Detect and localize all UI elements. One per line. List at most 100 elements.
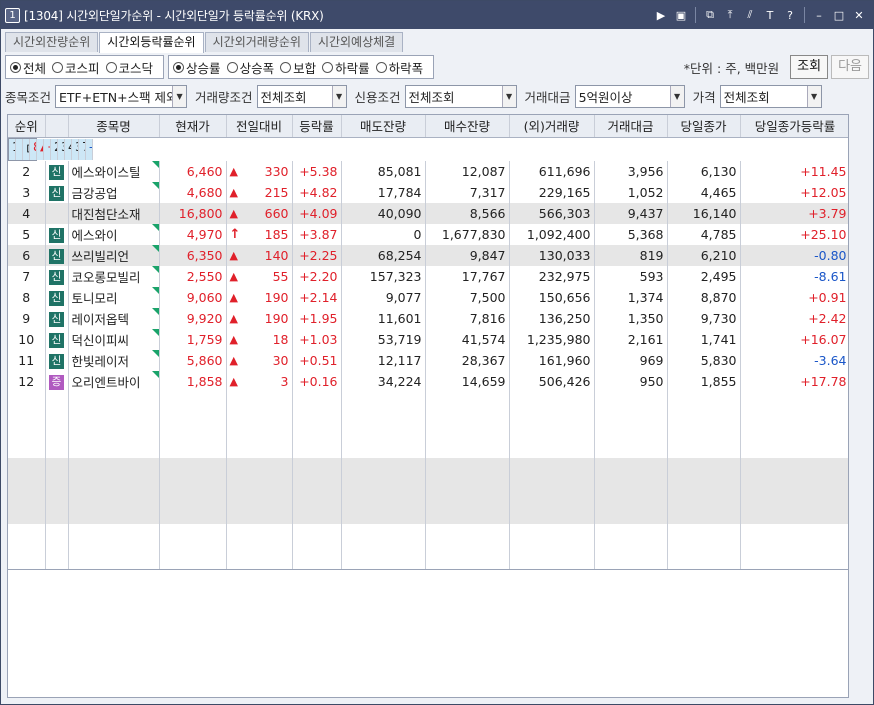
close-cell: 8,870 [667, 286, 741, 308]
table-row[interactable]: 5 신 에스와이 4,970 ↑ 185 +3.87 0 1,677,830 1,092,400 5… [8, 223, 848, 245]
table-row[interactable]: 2 신 에스와이스틸 6,460 ▲ 330 +5.38 85,081 12,087 611,69… [8, 160, 848, 182]
empty-cell [740, 523, 848, 546]
maximize-icon[interactable]: □ [831, 7, 847, 23]
table-row[interactable]: 10 신 덕신이피씨 1,759 ▲ 18 +1.03 53,719 41,574 1,235,9… [8, 328, 848, 350]
stock-name-cell[interactable]: 레이저옵텍 [68, 307, 160, 329]
link-icon[interactable]: ⧉ [702, 7, 718, 23]
close-icon[interactable]: ✕ [851, 7, 867, 23]
query-button[interactable]: 조회 [790, 55, 829, 79]
stock-name[interactable]: 쓰리빌리언 [72, 249, 130, 264]
column-header[interactable]: (외)거래량 [509, 115, 595, 138]
radio-all[interactable]: 전체 [10, 58, 46, 77]
play-icon[interactable]: ▶ [653, 7, 669, 23]
radio-fall-rate[interactable]: 하락률 [322, 58, 370, 77]
empty-cell [740, 501, 848, 524]
stock-name-cell[interactable]: 오리엔트바이 [68, 370, 160, 392]
amount-select[interactable]: 5억원이상 ▼ [574, 84, 685, 108]
stock-cond-select[interactable]: ETF+ETN+스팩 제외 ▼ [55, 84, 188, 108]
credit-cond-select[interactable]: 전체조회 ▼ [404, 84, 517, 108]
tab-afterhours-expected[interactable]: 시간외예상체결 [309, 32, 404, 52]
stock-name[interactable]: 에스와이스틸 [72, 165, 141, 180]
stock-name-cell[interactable]: 쓰리빌리언 [68, 244, 160, 266]
pin-top-icon[interactable]: ⤒ [722, 7, 738, 23]
table-row[interactable]: 7 신 코오롱모빌리 2,550 ▲ 55 +2.20 157,323 17,767 232,97… [8, 265, 848, 287]
column-header[interactable]: 매수잔량 [425, 115, 510, 138]
stock-name[interactable]: 더존 [26, 142, 29, 157]
stock-name-cell[interactable]: 에스와이스틸 [68, 160, 160, 182]
column-header[interactable]: 등락률 [292, 115, 342, 138]
stock-name[interactable]: 토니모리 [72, 291, 118, 306]
bookmark-icon[interactable]: ⫽ [742, 7, 758, 23]
stock-name-cell[interactable]: 에스와이 [68, 223, 160, 245]
radio-kospi[interactable]: 코스피 [52, 58, 100, 77]
radio-fall-amount[interactable]: 하락폭 [375, 58, 423, 77]
tab-afterhours-rate[interactable]: 시간외등락률순위 [99, 32, 204, 53]
column-header[interactable]: 당일종가 [667, 115, 741, 138]
column-header[interactable]: 전일대비 [226, 115, 293, 138]
chevron-down-icon[interactable]: ▼ [172, 85, 187, 107]
stock-name[interactable]: 코오롱모빌리 [72, 270, 141, 285]
table-row[interactable]: 1 더존8,350▲480+6.1020,13931,299451,3533,72… [8, 137, 93, 161]
next-button[interactable]: 다음 [831, 55, 869, 79]
stock-name[interactable]: 금강공업 [72, 186, 118, 201]
stock-name-cell[interactable]: 금강공업 [68, 181, 160, 203]
rank-cell: 10 [8, 328, 46, 350]
stock-name[interactable]: 덕신이피씨 [72, 333, 130, 348]
column-header[interactable]: 매도잔량 [341, 115, 426, 138]
stock-name[interactable]: 에스와이 [72, 228, 118, 243]
column-header[interactable]: 종목명 [68, 115, 160, 138]
stock-name-cell[interactable]: 덕신이피씨 [68, 328, 160, 350]
stock-name[interactable]: 한빛레이저 [72, 354, 130, 369]
stock-name-cell[interactable]: 한빛레이저 [68, 349, 160, 371]
table-row[interactable]: 3 신 금강공업 4,680 ▲ 215 +4.82 17,784 7,317 229,165 1,… [8, 181, 848, 203]
chevron-down-icon[interactable]: ▼ [331, 85, 346, 107]
stock-name-cell[interactable]: 더존 [23, 138, 30, 160]
empty-cell [509, 545, 595, 568]
radio-rise-rate[interactable]: 상승률 [173, 58, 221, 77]
table-row[interactable]: 8 신 토니모리 9,060 ▲ 190 +2.14 9,077 7,500 150,656 1,3… [8, 286, 848, 308]
table-row[interactable]: 9 신 레이저옵텍 9,920 ▲ 190 +1.95 11,601 7,816 136,250 1… [8, 307, 848, 329]
radio-circle [280, 61, 292, 73]
price-select[interactable]: 전체조회 ▼ [719, 84, 822, 108]
badge-cell: 증 [45, 370, 69, 392]
column-header[interactable]: 순위 [8, 115, 46, 138]
table-row[interactable]: 4 대진첨단소재 16,800 ▲ 660 +4.09 40,090 8,566 566,303… [8, 202, 848, 224]
empty-cell [68, 479, 160, 502]
tab-afterhours-remain[interactable]: 시간외잔량순위 [5, 32, 99, 52]
stock-name-cell[interactable]: 토니모리 [68, 286, 160, 308]
screen-icon[interactable]: ▣ [673, 7, 689, 23]
chevron-down-icon[interactable]: ▼ [806, 85, 821, 107]
table-row[interactable]: 12 증 오리엔트바이 1,858 ▲ 3 +0.16 34,224 14,659 506,426… [8, 370, 848, 392]
chevron-down-icon[interactable]: ▼ [669, 85, 684, 107]
empty-cell [159, 479, 227, 502]
minimize-icon[interactable]: – [811, 7, 827, 23]
volume-cell: 150,656 [509, 286, 595, 308]
volume-cell: 611,696 [509, 160, 595, 182]
empty-row [8, 457, 848, 480]
stock-name-cell[interactable]: 대진첨단소재 [68, 202, 160, 224]
amount-cell: 3,728 [72, 138, 79, 160]
radio-kosdaq[interactable]: 코스닥 [105, 58, 153, 77]
column-header[interactable]: 현재가 [159, 115, 227, 138]
help-icon[interactable]: ? [782, 7, 798, 23]
close-rate-cell: -0.80 [740, 244, 848, 266]
empty-cell [341, 457, 426, 480]
credit-cond-label: 신용조건 [354, 89, 401, 105]
empty-cell [45, 523, 69, 546]
radio-rise-amount[interactable]: 상승폭 [226, 58, 274, 77]
text-icon[interactable]: T [762, 7, 778, 23]
volume-cond-select[interactable]: 전체조회 ▼ [256, 84, 347, 108]
radio-flat[interactable]: 보합 [280, 58, 316, 77]
close-cell: 1,741 [667, 328, 741, 350]
column-header[interactable] [45, 115, 69, 138]
table-row[interactable]: 11 신 한빛레이저 5,860 ▲ 30 +0.51 12,117 28,367 161,960… [8, 349, 848, 371]
stock-name[interactable]: 오리엔트바이 [72, 375, 141, 390]
chevron-down-icon[interactable]: ▼ [501, 85, 516, 107]
column-header[interactable]: 거래대금 [594, 115, 668, 138]
stock-name[interactable]: 대진첨단소재 [72, 207, 141, 222]
tab-afterhours-volume[interactable]: 시간외거래량순위 [204, 32, 309, 52]
table-row[interactable]: 6 신 쓰리빌리언 6,350 ▲ 140 +2.25 68,254 9,847 130,033 8… [8, 244, 848, 266]
column-header[interactable]: 당일종가등락률 [740, 115, 848, 138]
stock-name-cell[interactable]: 코오롱모빌리 [68, 265, 160, 287]
stock-name[interactable]: 레이저옵텍 [72, 312, 130, 327]
